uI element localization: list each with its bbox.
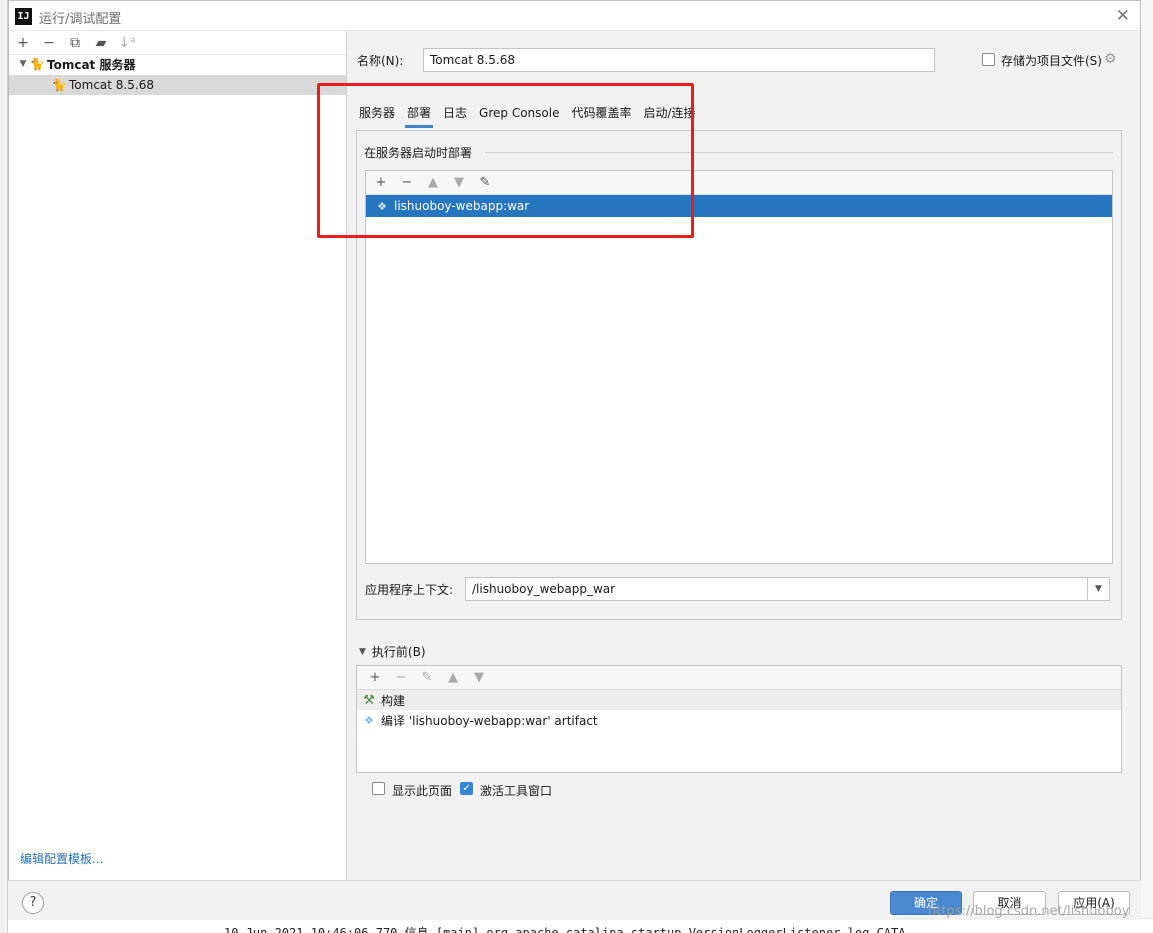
hammer-icon: ⚒ [363, 692, 375, 708]
deployment-list: + − ▲ ▼ ✎ ❖ lishuoboy-webapp:war [365, 170, 1113, 564]
before-launch-toolbar: + − ✎ ▲ ▼ [357, 666, 1121, 690]
background-ide-edge [0, 0, 8, 933]
tomcat-icon: 🐈 [29, 57, 45, 71]
copy-icon[interactable]: ⧉ [67, 35, 83, 51]
ok-button[interactable]: 确定 [890, 891, 962, 915]
apply-button[interactable]: 应用(A) [1058, 891, 1130, 915]
tomcat-icon: 🐈 [51, 78, 67, 92]
artifact-icon: ❖ [364, 713, 374, 727]
add-icon[interactable]: + [373, 175, 389, 191]
before-launch-header[interactable]: ▼ 执行前(B) [359, 643, 426, 660]
artifact-icon: ❖ [377, 199, 387, 213]
show-page-checkbox[interactable] [372, 782, 385, 795]
name-input[interactable]: Tomcat 8.5.68 [423, 48, 935, 72]
move-up-icon[interactable]: ▲ [425, 175, 441, 191]
add-icon[interactable]: + [15, 35, 31, 51]
edit-icon[interactable]: ✎ [419, 670, 435, 686]
store-as-project-file-label: 存储为项目文件(S) [1001, 54, 1102, 68]
context-label: 应用程序上下文: [365, 583, 454, 597]
edit-icon[interactable]: ✎ [477, 175, 493, 191]
remove-icon[interactable]: − [41, 35, 57, 51]
section-title: 在服务器启动时部署 [364, 146, 473, 160]
tree-item-tomcat-config[interactable]: 🐈 Tomcat 8.5.68 [9, 75, 346, 95]
store-as-project-file-checkbox[interactable] [982, 53, 995, 66]
remove-icon[interactable]: − [399, 175, 415, 191]
edit-templates-link[interactable]: 编辑配置模板... [20, 850, 103, 867]
name-label: 名称(N): [357, 54, 404, 68]
configuration-tree-panel: + − ⧉ ▰ ↓ᵃ ▼ 🐈 Tomcat 服务器 🐈 Tomcat 8.5.6… [9, 31, 347, 881]
move-down-icon[interactable]: ▼ [451, 175, 467, 191]
deployment-toolbar: + − ▲ ▼ ✎ [366, 171, 1112, 195]
list-item[interactable]: ❖ 编译 'lishuoboy-webapp:war' artifact [357, 710, 1121, 730]
gear-icon[interactable]: ⚙ [1104, 51, 1117, 67]
show-page-label: 显示此页面 [392, 784, 453, 798]
add-icon[interactable]: + [367, 670, 383, 686]
folder-icon[interactable]: ▰ [93, 35, 109, 51]
activate-tool-window-label: 激活工具窗口 [480, 784, 553, 798]
context-path-value: /lishuoboy_webapp_war [472, 582, 616, 596]
tab-startup-connection[interactable]: 启动/连接 [641, 104, 697, 128]
move-up-icon[interactable]: ▲ [445, 670, 461, 686]
tree-group-tomcat[interactable]: ▼ 🐈 Tomcat 服务器 [9, 54, 346, 74]
before-launch-list: + − ✎ ▲ ▼ ⚒ 构建 ❖ 编译 'lishuoboy-webapp:wa… [356, 665, 1122, 773]
tab-bar: 服务器 部署 日志 Grep Console 代码覆盖率 启动/连接 [357, 104, 698, 128]
help-button[interactable]: ? [22, 892, 44, 914]
context-path-select[interactable]: /lishuoboy_webapp_war ▼ [465, 577, 1110, 601]
dialog-footer: ? 确定 取消 应用(A) [8, 880, 1141, 920]
move-down-icon[interactable]: ▼ [471, 670, 487, 686]
activate-tool-window-checkbox[interactable]: ✓ [460, 782, 473, 795]
remove-icon[interactable]: − [393, 670, 409, 686]
chevron-down-icon[interactable]: ▼ [1087, 578, 1109, 600]
before-launch-item-label: 编译 'lishuoboy-webapp:war' artifact [381, 713, 598, 728]
chevron-down-icon[interactable]: ▼ [359, 647, 366, 657]
list-item[interactable]: ⚒ 构建 [357, 690, 1121, 710]
tab-code-coverage[interactable]: 代码覆盖率 [569, 104, 633, 128]
artifact-label: lishuoboy-webapp:war [394, 199, 530, 213]
background-ide-edge-right [1141, 0, 1153, 933]
intellij-logo-icon: IJ [15, 8, 32, 25]
divider [485, 152, 1113, 153]
tree-toolbar: + − ⧉ ▰ ↓ᵃ [15, 33, 135, 53]
tab-grep-console[interactable]: Grep Console [477, 104, 561, 128]
tab-logs[interactable]: 日志 [441, 104, 469, 128]
title-bar: IJ 运行/调试配置 ✕ [9, 1, 1140, 31]
before-launch-item-label: 构建 [381, 693, 406, 708]
close-icon[interactable]: ✕ [1116, 6, 1130, 26]
cancel-button[interactable]: 取消 [973, 891, 1046, 915]
sort-icon[interactable]: ↓ᵃ [118, 35, 135, 51]
tab-deployment[interactable]: 部署 [405, 104, 434, 128]
tree-group-label: Tomcat 服务器 [47, 57, 136, 72]
tab-server[interactable]: 服务器 [357, 104, 397, 128]
before-launch-title: 执行前(B) [371, 645, 426, 659]
chevron-down-icon[interactable]: ▼ [17, 59, 29, 69]
window-title: 运行/调试配置 [39, 12, 122, 27]
background-console: 10-Jun-2021 10:46:06.770 信息 [main] org.a… [210, 918, 1153, 933]
tree-item-label: Tomcat 8.5.68 [69, 78, 154, 92]
list-item[interactable]: ❖ lishuoboy-webapp:war [366, 195, 1112, 217]
